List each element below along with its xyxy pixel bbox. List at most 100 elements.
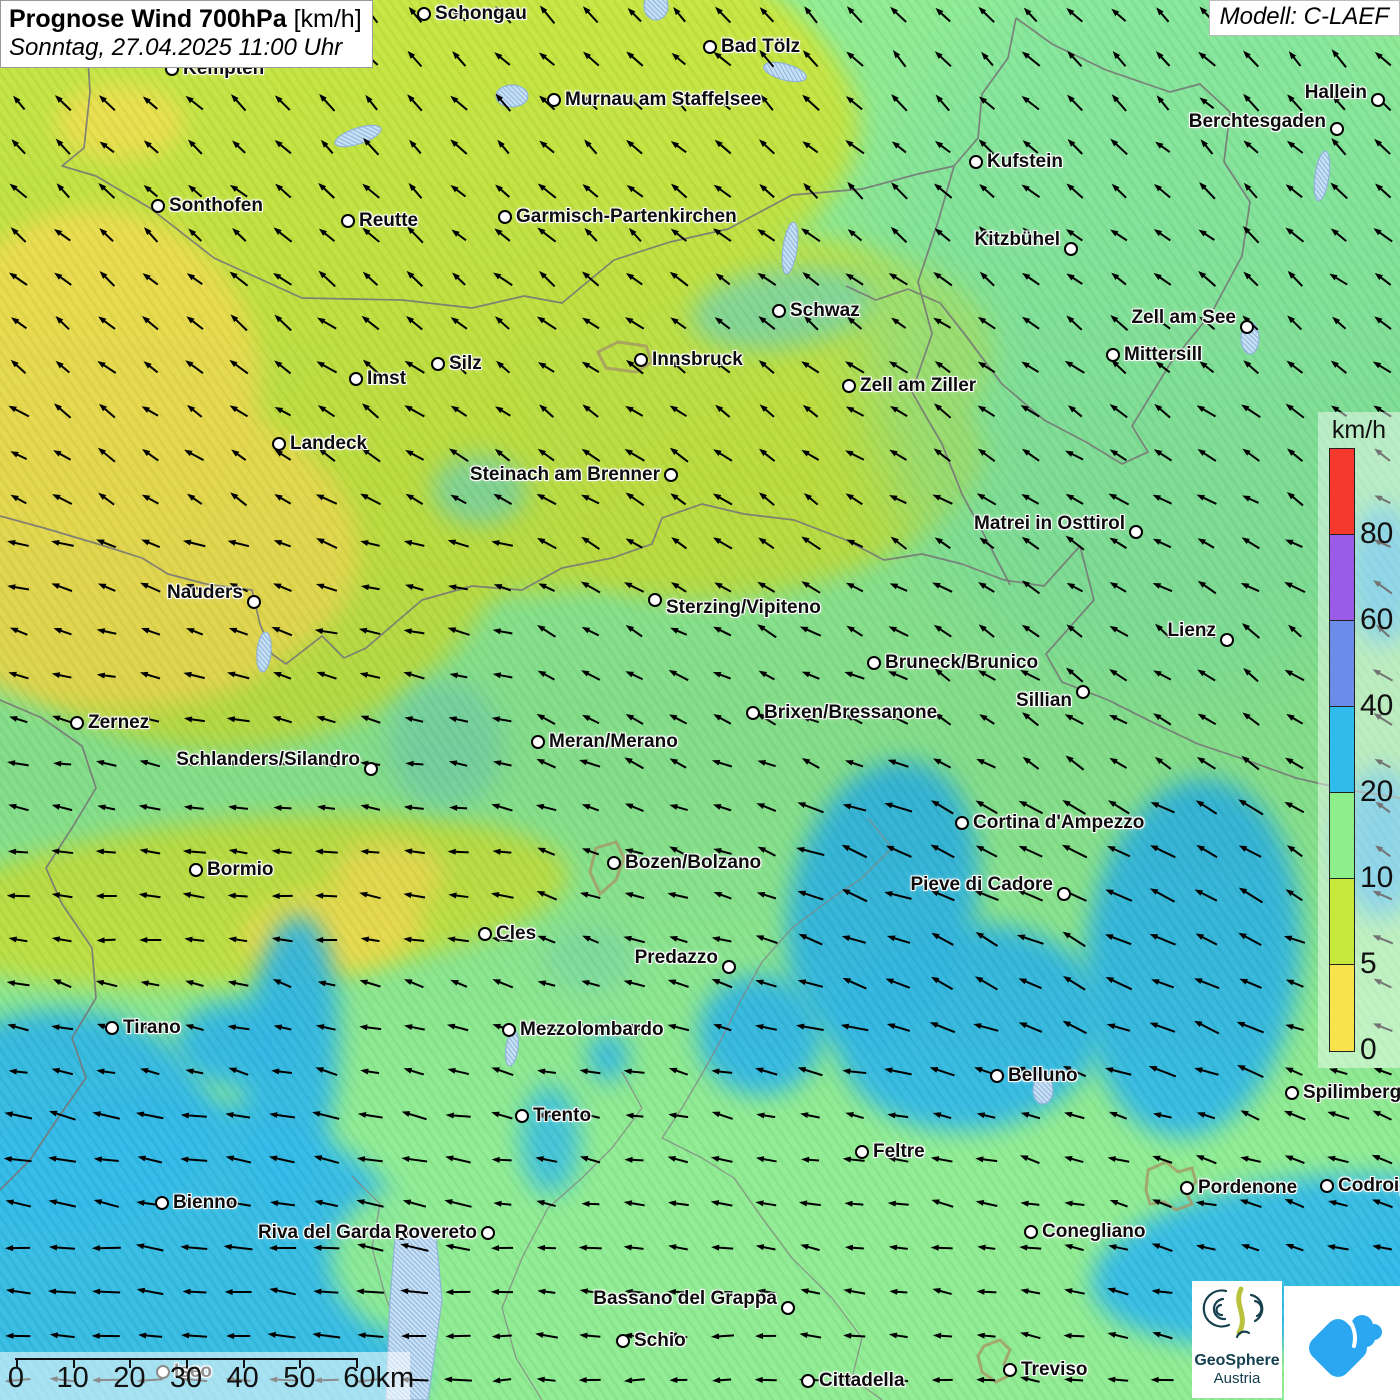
city-marker xyxy=(151,199,165,213)
city-marker xyxy=(781,1301,795,1315)
city-label: Berchtesgaden xyxy=(1188,111,1326,132)
city-label: Lienz xyxy=(1167,620,1216,641)
city-label: Conegliano xyxy=(1042,1221,1146,1242)
city-label: Reutte xyxy=(359,210,419,231)
city-label: Murnau am Staffelsee xyxy=(565,89,762,110)
city-marker xyxy=(1330,122,1344,136)
city-marker xyxy=(1129,525,1143,539)
city-marker xyxy=(955,816,969,830)
city-label: Steinach am Brenner xyxy=(469,464,660,485)
legend-value-0: 0 xyxy=(1360,1033,1377,1066)
city-label: Zell am Ziller xyxy=(860,375,977,396)
city-marker xyxy=(1064,242,1078,256)
city-marker xyxy=(607,856,621,870)
windspeed-legend: km/h 80 60 40 20 10 5 0 xyxy=(1318,412,1400,1068)
city-label: Codroipo xyxy=(1338,1175,1400,1196)
city-label: Schongau xyxy=(435,3,527,24)
city-marker xyxy=(855,1145,869,1159)
city-label: Pieve di Cadore xyxy=(910,874,1053,895)
city-marker xyxy=(1220,633,1234,647)
city-label: Silz xyxy=(449,353,482,374)
legend-segment-0 xyxy=(1330,965,1354,1051)
city-label: Bassano del Grappa xyxy=(593,1288,777,1309)
city-marker xyxy=(502,1023,516,1037)
city-label: Landeck xyxy=(290,433,368,454)
city-marker xyxy=(1180,1181,1194,1195)
city-label: Nauders xyxy=(166,582,243,603)
city-marker xyxy=(842,379,856,393)
city-label: Rovereto xyxy=(394,1222,477,1243)
city-label: Brixen/Bressanone xyxy=(764,702,938,723)
scalebar-label-30: 30 xyxy=(169,1362,203,1394)
city-marker xyxy=(1371,93,1385,107)
city-marker xyxy=(417,7,431,21)
city-marker xyxy=(616,1334,630,1348)
scalebar-label-60km: 60km xyxy=(343,1362,415,1394)
city-label: Pordenone xyxy=(1198,1177,1298,1198)
city-marker xyxy=(105,1021,119,1035)
legend-unit-label: km/h xyxy=(1331,416,1387,444)
city-marker xyxy=(364,762,378,776)
city-label: Treviso xyxy=(1021,1359,1088,1380)
city-label: Bad Tölz xyxy=(721,36,801,57)
city-marker xyxy=(247,595,261,609)
scalebar-label-50: 50 xyxy=(283,1362,316,1394)
city-marker xyxy=(867,656,881,670)
city-label: Schio xyxy=(634,1330,686,1351)
forecast-datetime: Sonntag, 27.04.2025 11:00 Uhr xyxy=(9,33,343,61)
city-marker xyxy=(189,863,203,877)
title-unit: [km/h] xyxy=(286,5,362,33)
geosphere-logo: GeoSphere Austria xyxy=(1192,1281,1282,1398)
city-marker xyxy=(1024,1225,1038,1239)
city-marker xyxy=(1320,1179,1334,1193)
city-marker xyxy=(272,437,286,451)
city-marker xyxy=(801,1374,815,1388)
city-marker xyxy=(349,372,363,386)
partner-logo xyxy=(1284,1286,1400,1400)
geosphere-country: Austria xyxy=(1213,1369,1261,1387)
city-marker xyxy=(478,927,492,941)
legend-segment-60 xyxy=(1330,535,1354,621)
legend-value-60: 60 xyxy=(1360,603,1394,636)
city-label: Belluno xyxy=(1008,1065,1078,1086)
city-label: Imst xyxy=(367,368,407,389)
city-label: Sillian xyxy=(1016,690,1072,711)
city-marker xyxy=(341,214,355,228)
city-marker xyxy=(547,93,561,107)
city-marker xyxy=(515,1109,529,1123)
city-label: Kitzbühel xyxy=(974,229,1061,250)
scalebar-label-10: 10 xyxy=(56,1362,89,1394)
city-label: Feltre xyxy=(873,1141,925,1162)
city-label: Spilimbergo xyxy=(1303,1082,1400,1103)
city-marker xyxy=(634,353,648,367)
city-label: Mezzolombardo xyxy=(520,1019,664,1040)
city-marker xyxy=(990,1069,1004,1083)
legend-segment-80 xyxy=(1330,449,1354,535)
city-marker xyxy=(648,593,662,607)
city-marker xyxy=(969,155,983,169)
city-label: Bruneck/Brunico xyxy=(885,652,1039,673)
city-label: Zernez xyxy=(88,712,150,733)
legend-value-80: 80 xyxy=(1360,517,1394,550)
model-label: Modell: C-LAEF xyxy=(1208,0,1400,36)
legend-segment-5 xyxy=(1330,879,1354,965)
scalebar-label-40: 40 xyxy=(226,1362,259,1394)
city-marker xyxy=(722,960,736,974)
city-marker xyxy=(481,1226,495,1240)
city-marker xyxy=(1003,1363,1017,1377)
scalebar-label-20: 20 xyxy=(113,1362,146,1394)
city-label: Tirano xyxy=(123,1017,181,1038)
legend-color-bar xyxy=(1329,448,1355,1052)
city-marker xyxy=(70,716,84,730)
city-label: Bozen/Bolzano xyxy=(625,852,762,873)
city-marker xyxy=(772,304,786,318)
scalebar-label-0: 0 xyxy=(7,1362,25,1394)
city-label: Garmisch-Partenkirchen xyxy=(516,206,737,227)
city-label: Sterzing/Vipiteno xyxy=(666,597,821,618)
city-label: Cles xyxy=(496,923,537,944)
legend-segment-10 xyxy=(1330,793,1354,879)
geosphere-logo-icon xyxy=(1202,1286,1264,1339)
legend-segment-40 xyxy=(1330,621,1354,707)
legend-segment-20 xyxy=(1330,707,1354,793)
city-label: Schlanders/Silandro xyxy=(176,749,360,770)
